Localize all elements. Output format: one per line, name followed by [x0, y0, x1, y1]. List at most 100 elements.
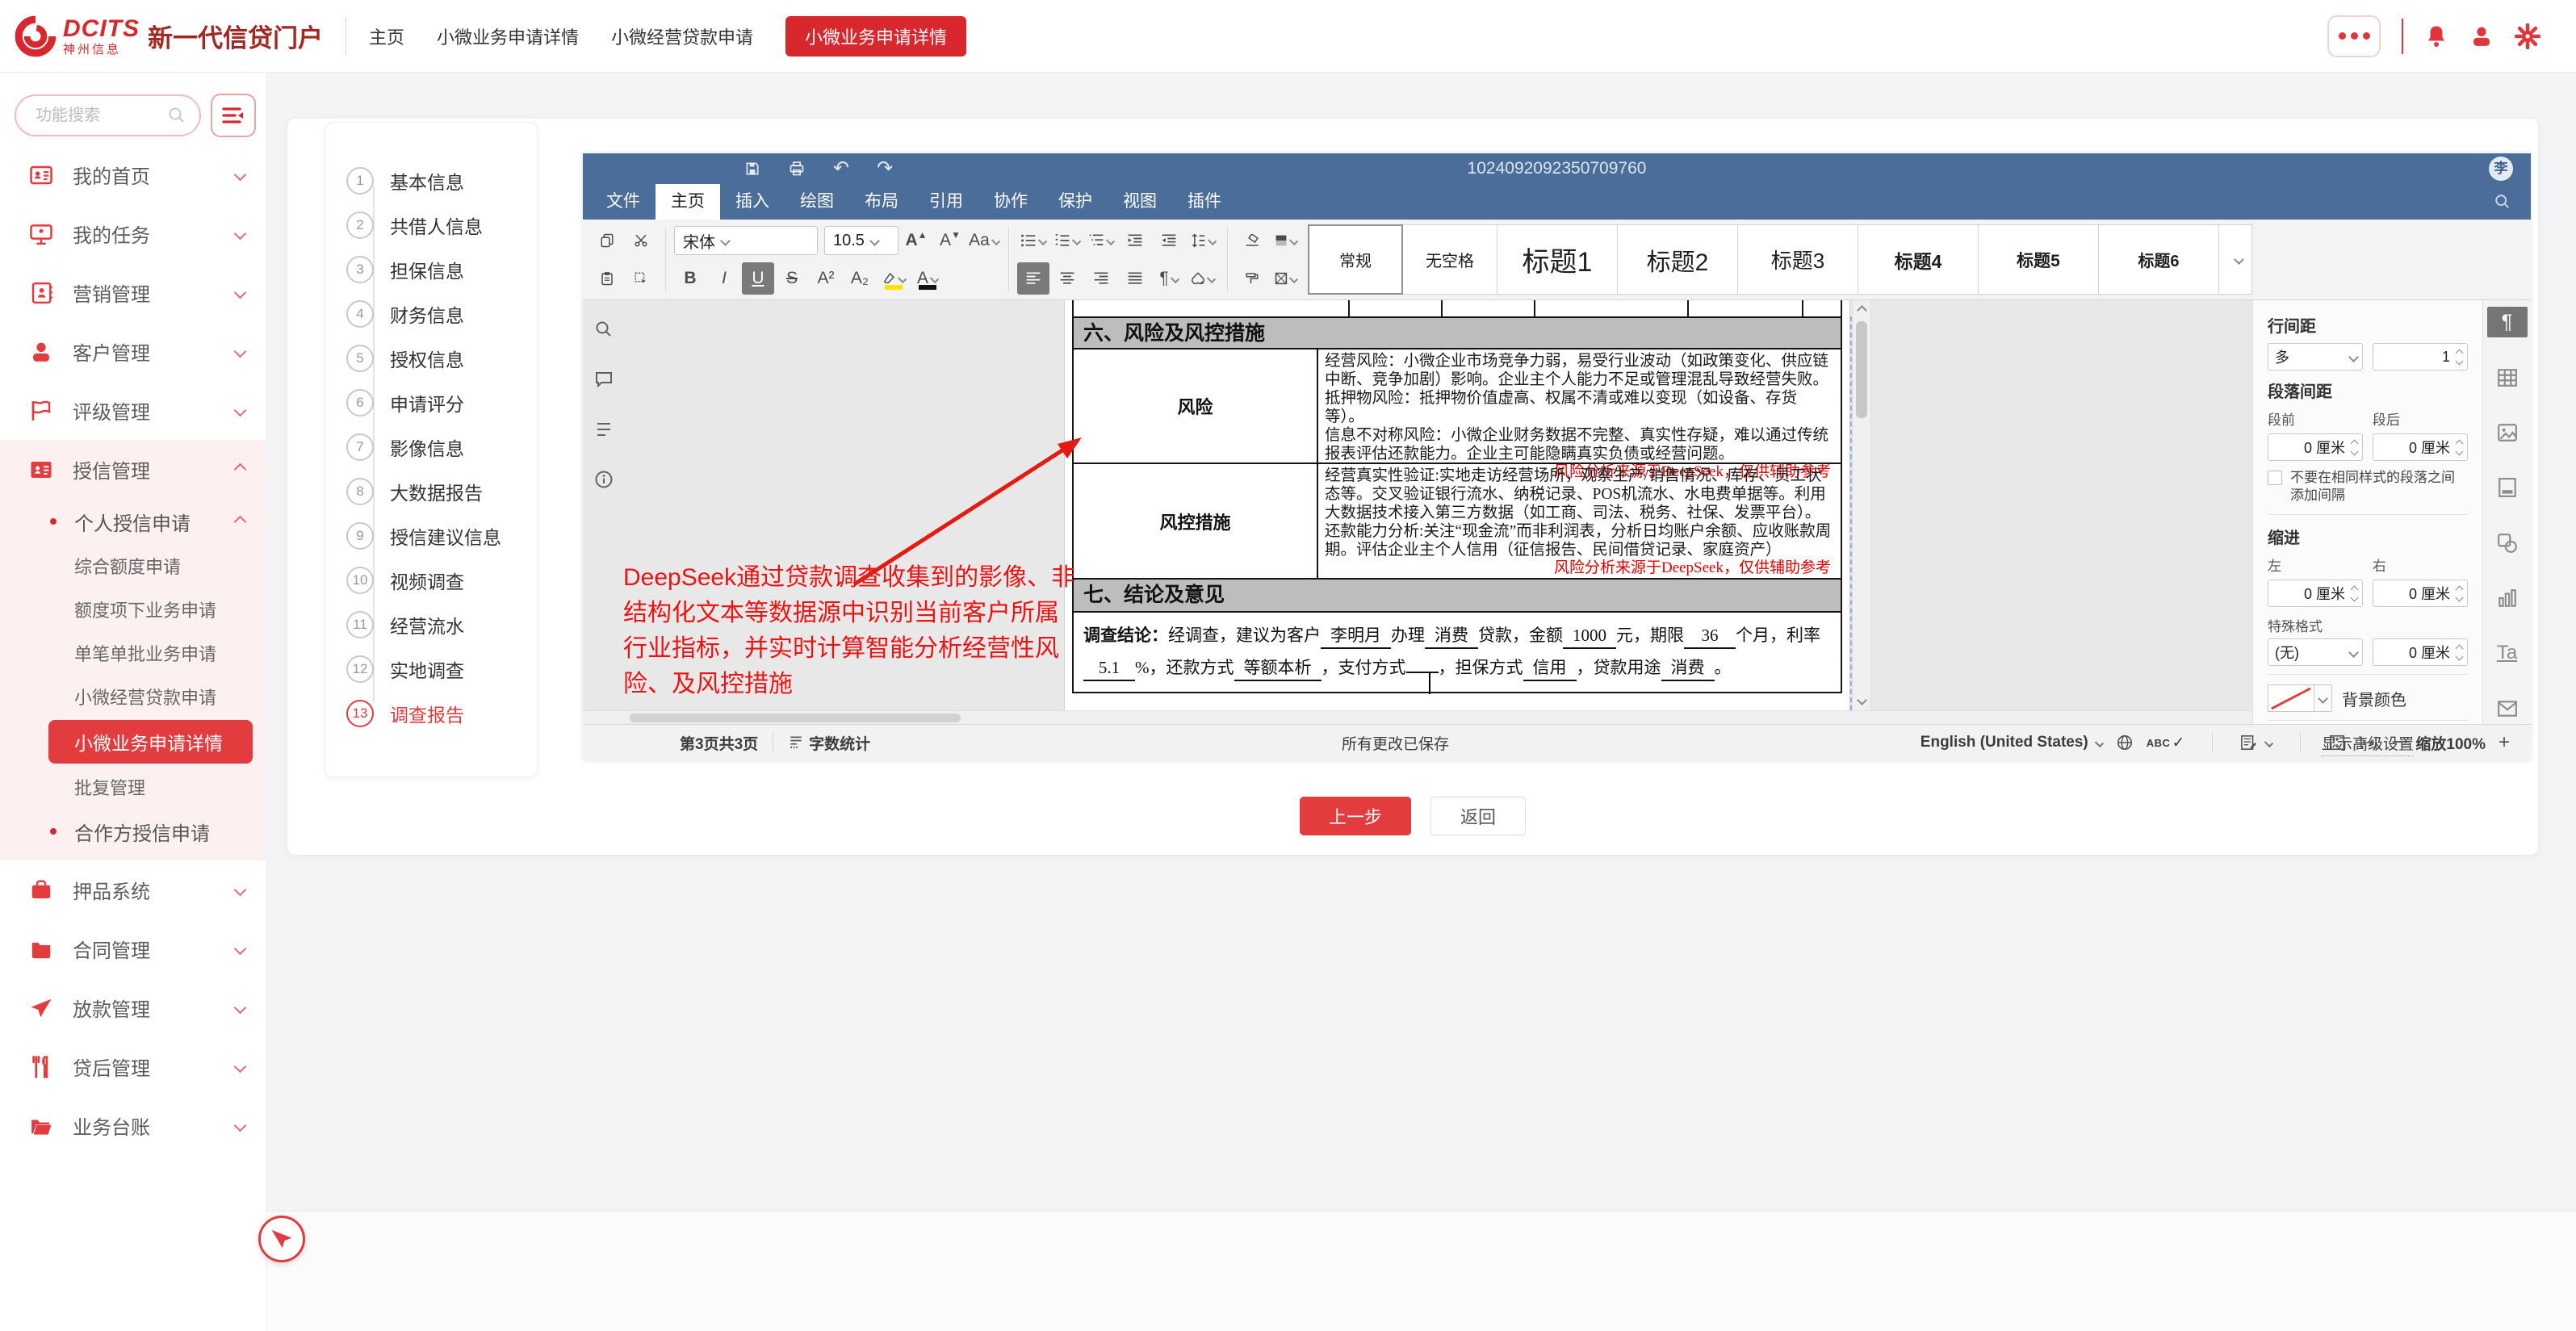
text-art-panel-icon[interactable]: Ta [2487, 638, 2528, 668]
floating-send-button[interactable] [258, 1216, 305, 1262]
document-vertical-scrollbar[interactable] [1852, 300, 1871, 710]
sidebar-group-partner-credit[interactable]: 合作方授信申请 [0, 809, 266, 854]
background-color-swatch[interactable] [2268, 684, 2314, 712]
line-spacing-stepper[interactable]: 1 [2373, 343, 2468, 370]
decrease-indent-icon[interactable] [1119, 224, 1151, 257]
spacing-before-stepper[interactable]: 0 厘米 [2268, 433, 2363, 461]
shapes-panel-icon[interactable] [2487, 528, 2528, 559]
header-footer-panel-icon[interactable] [2487, 472, 2528, 503]
step-coborrower[interactable]: 2共借人信息 [325, 203, 537, 247]
indent-right-stepper[interactable]: 0 厘米 [2373, 580, 2468, 607]
special-indent-stepper[interactable]: 0 厘米 [2373, 638, 2468, 666]
checkbox-icon[interactable] [2268, 471, 2282, 485]
sidebar-item-comprehensive-limit[interactable]: 综合额度申请 [0, 544, 266, 588]
message-bubble-icon[interactable] [2327, 15, 2381, 57]
zoom-in-button[interactable]: + [2499, 733, 2510, 752]
sidebar-item-disbursement[interactable]: 放款管理 [0, 978, 266, 1037]
font-size-select[interactable]: 10.5 [824, 226, 898, 255]
sidebar-item-micro-business-detail[interactable]: 小微业务申请详情 [48, 720, 253, 764]
menu-plugins[interactable]: 插件 [1172, 184, 1237, 220]
sidebar-item-my-home[interactable]: 我的首页 [0, 145, 266, 204]
underline-icon[interactable]: U [742, 262, 774, 295]
increase-indent-icon[interactable] [1153, 224, 1185, 257]
copy-icon[interactable] [591, 224, 623, 257]
doc-risk-label[interactable]: 风险 [1074, 349, 1318, 463]
sidebar-item-post-loan[interactable]: 贷后管理 [0, 1037, 266, 1096]
select-icon[interactable] [625, 262, 657, 295]
nav-tab-micro-loan-apply[interactable]: 小微经营贷款申请 [611, 23, 753, 49]
style-no-spacing[interactable]: 无空格 [1402, 224, 1497, 295]
style-normal[interactable]: 常规 [1308, 224, 1403, 295]
document-horizontal-scrollbar[interactable] [583, 710, 2252, 724]
document-page[interactable]: 六、风险及风控措施 风险 经营风险：小微企业市场竞争力弱，易受行业波动（如政策变… [1064, 300, 1850, 710]
mailmerge-panel-icon[interactable] [2487, 693, 2528, 724]
bullet-list-icon[interactable] [1017, 224, 1049, 257]
step-bigdata-report[interactable]: 8大数据报告 [325, 469, 537, 513]
background-color-dropdown[interactable] [2314, 684, 2332, 712]
font-color-icon[interactable]: A [911, 262, 944, 295]
nav-tab-micro-detail[interactable]: 小微业务申请详情 [437, 23, 579, 49]
chart-panel-icon[interactable] [2487, 583, 2528, 613]
gear-icon[interactable] [2515, 23, 2540, 49]
superscript-icon[interactable]: A² [810, 262, 842, 295]
menu-draw[interactable]: 绘图 [785, 184, 849, 220]
fit-width-icon[interactable] [2359, 735, 2378, 751]
conclusion-blank-payment-cursor[interactable] [1406, 672, 1439, 673]
border-frame-icon[interactable] [1270, 262, 1302, 295]
same-style-checkbox-row[interactable]: 不要在相同样式的段落之间添加间隔 [2268, 469, 2468, 504]
align-left-icon[interactable] [1017, 262, 1049, 295]
find-icon[interactable] [594, 320, 614, 339]
track-changes-button[interactable] [2240, 735, 2272, 751]
zoom-out-button[interactable]: − [2391, 733, 2402, 752]
sidebar-item-single-batch-business[interactable]: 单笔单批业务申请 [0, 631, 266, 675]
vertical-scroll-thumb[interactable] [1856, 321, 1867, 418]
italic-icon[interactable]: I [708, 262, 740, 295]
scroll-up-icon[interactable] [1857, 305, 1867, 316]
numbered-list-icon[interactable] [1051, 224, 1083, 257]
sidebar-item-contracts[interactable]: 合同管理 [0, 919, 266, 978]
menu-view[interactable]: 视图 [1108, 184, 1172, 220]
step-business-flow[interactable]: 11经营流水 [325, 602, 537, 647]
multilevel-list-icon[interactable] [1085, 224, 1117, 257]
step-scoring[interactable]: 6申请评分 [325, 380, 537, 425]
navigation-icon[interactable] [594, 420, 614, 439]
paragraph-panel-icon[interactable]: ¶ [2487, 307, 2528, 337]
nav-tab-micro-detail-active[interactable]: 小微业务申请详情 [785, 16, 966, 57]
menu-home[interactable]: 主页 [656, 184, 720, 220]
sidebar-group-personal-credit[interactable]: 个人授信申请 [0, 499, 266, 544]
step-video-survey[interactable]: 10视频调查 [325, 558, 537, 602]
doc-risk-text[interactable]: 经营风险：小微企业市场竞争力弱，易受行业波动（如政策变化、供应链中断、竞争加剧）… [1318, 349, 1841, 463]
fill-color-icon[interactable] [1270, 224, 1302, 257]
editor-search-icon[interactable] [2494, 193, 2511, 211]
strikethrough-icon[interactable]: S [776, 262, 808, 295]
align-right-icon[interactable] [1085, 262, 1117, 295]
highlight-icon[interactable] [878, 262, 910, 295]
sidebar-item-under-limit-business[interactable]: 额度项下业务申请 [0, 588, 266, 631]
user-icon[interactable] [2469, 24, 2494, 48]
table-panel-icon[interactable] [2487, 362, 2528, 392]
sidebar-item-business-ledger[interactable]: 业务台账 [0, 1096, 266, 1155]
style-heading6[interactable]: 标题6 [2098, 224, 2219, 295]
increase-font-icon[interactable]: A▲ [900, 224, 932, 257]
step-survey-report[interactable]: 13调查报告 [325, 691, 537, 735]
style-heading4[interactable]: 标题4 [1858, 224, 1979, 295]
user-avatar[interactable]: 李 [2489, 157, 2513, 181]
spellcheck-button[interactable]: ABC✓ [2147, 734, 2185, 752]
style-heading1[interactable]: 标题1 [1497, 224, 1618, 295]
sidebar-item-collateral[interactable]: 押品系统 [0, 860, 266, 919]
step-authorization[interactable]: 5授权信息 [325, 336, 537, 380]
fit-page-icon[interactable] [2328, 734, 2346, 751]
globe-icon[interactable] [2116, 734, 2134, 751]
sidebar-item-my-tasks[interactable]: 我的任务 [0, 204, 266, 263]
zoom-level[interactable]: 缩放100% [2415, 732, 2486, 754]
language-select[interactable]: English (United States) [1920, 734, 2103, 751]
menu-collaboration[interactable]: 协作 [978, 184, 1043, 220]
menu-file[interactable]: 文件 [591, 184, 656, 220]
horizontal-scroll-thumb[interactable] [630, 714, 961, 722]
menu-references[interactable]: 引用 [914, 184, 978, 220]
doc-section-conclusion-title[interactable]: 七、结论及意见 [1072, 580, 1842, 613]
clear-format-icon[interactable] [1236, 224, 1268, 257]
shading-icon[interactable] [1187, 262, 1219, 295]
sidebar-item-rating[interactable]: 评级管理 [0, 381, 266, 440]
image-panel-icon[interactable] [2487, 417, 2528, 448]
